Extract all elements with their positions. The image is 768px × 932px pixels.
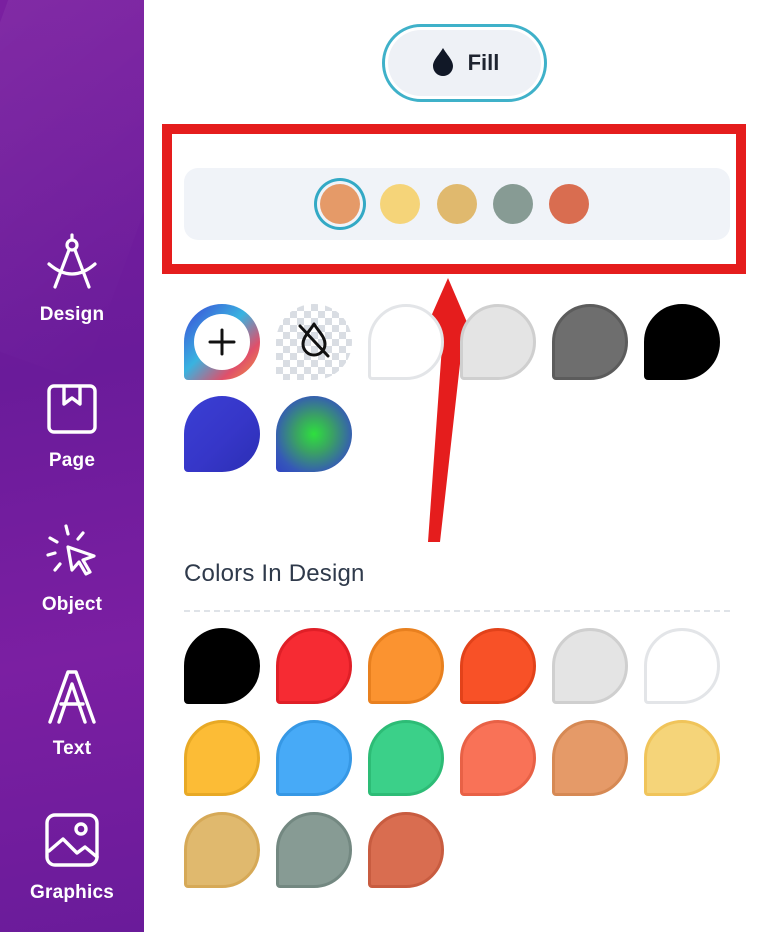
gradient-swatch-blue[interactable] [184, 396, 260, 472]
color-swatch-black[interactable] [644, 304, 720, 380]
add-custom-color-button[interactable] [184, 304, 260, 380]
sidebar-item-page[interactable]: Page [0, 378, 144, 498]
design-color-swatch[interactable] [276, 812, 352, 888]
compass-icon [42, 232, 102, 292]
cursor-click-icon [42, 522, 102, 582]
color-swatch-dark-gray[interactable] [552, 304, 628, 380]
design-color-swatch[interactable] [460, 720, 536, 796]
design-color-swatch[interactable] [460, 628, 536, 704]
design-color-swatch[interactable] [552, 628, 628, 704]
sidebar-item-label: Object [41, 594, 103, 615]
design-color-swatch[interactable] [644, 628, 720, 704]
sidebar-item-label: Text [52, 738, 92, 759]
design-color-swatch[interactable] [368, 720, 444, 796]
plus-icon [194, 314, 250, 370]
image-icon [42, 810, 102, 870]
section-title: Colors In Design [184, 560, 365, 587]
color-swatch-light-gray[interactable] [460, 304, 536, 380]
design-color-swatch[interactable] [644, 720, 720, 796]
sidebar-item-label: Design [39, 304, 105, 325]
sidebar-item-label: Page [48, 450, 96, 471]
design-color-swatch[interactable] [276, 628, 352, 704]
fill-button-inner: Fill [388, 30, 541, 96]
design-color-swatch[interactable] [184, 720, 260, 796]
droplet-icon [430, 46, 456, 81]
text-a-icon [42, 666, 102, 726]
gradient-swatch-radial[interactable] [276, 396, 352, 472]
sidebar: Design Page Object Text Graphics [0, 0, 144, 932]
highlight-box [162, 124, 746, 274]
design-color-swatch[interactable] [184, 628, 260, 704]
no-fill-droplet-icon [295, 320, 333, 365]
design-color-swatch[interactable] [276, 720, 352, 796]
sidebar-item-object[interactable]: Object [0, 522, 144, 642]
fill-button-label: Fill [467, 50, 500, 75]
design-color-swatch[interactable] [368, 628, 444, 704]
sidebar-item-text[interactable]: Text [0, 666, 144, 786]
page-bookmark-icon [42, 378, 102, 438]
design-color-swatch[interactable] [184, 812, 260, 888]
sidebar-item-design[interactable]: Design [0, 232, 144, 352]
design-color-swatch[interactable] [368, 812, 444, 888]
sidebar-item-label: Graphics [30, 882, 114, 903]
design-color-swatch[interactable] [552, 720, 628, 796]
fill-button[interactable]: Fill [382, 24, 547, 102]
sidebar-item-graphics[interactable]: Graphics [0, 810, 144, 930]
no-fill-swatch[interactable] [276, 304, 352, 380]
section-divider [184, 610, 730, 612]
color-swatch-white[interactable] [368, 304, 444, 380]
